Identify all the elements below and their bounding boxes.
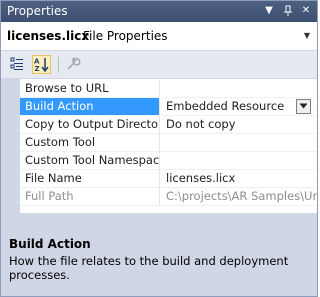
- window-title: Properties: [7, 4, 68, 18]
- property-name: Full Path: [20, 188, 160, 205]
- property-value[interactable]: Embedded Resource: [161, 98, 317, 115]
- property-grid[interactable]: Browse to URL Build Action Embedded Reso…: [1, 79, 317, 213]
- chevron-down-icon: [299, 103, 308, 109]
- property-row-full-path[interactable]: Full Path C:\projects\AR Samples\Un: [20, 188, 317, 206]
- grid-gutter: [1, 79, 20, 213]
- property-name: Copy to Output Directory: [20, 116, 160, 133]
- description-pane: Build Action How the file relates to the…: [1, 231, 317, 296]
- alphabetical-icon: A Z: [34, 58, 49, 73]
- property-name: Custom Tool Namespace: [20, 152, 160, 169]
- object-selector-chevron-down-icon[interactable]: ▼: [304, 31, 310, 40]
- object-name: licenses.licx: [7, 29, 90, 43]
- description-text: How the file relates to the build and de…: [9, 254, 289, 282]
- properties-window: Properties ▼ ✕ licenses.licx File Proper…: [0, 0, 318, 297]
- build-action-dropdown-button[interactable]: [296, 99, 311, 114]
- auto-hide-pin-icon[interactable]: [281, 3, 295, 19]
- property-value: C:\projects\AR Samples\Un: [166, 189, 317, 203]
- svg-text:Z: Z: [35, 65, 40, 73]
- property-value[interactable]: licenses.licx: [161, 170, 317, 187]
- property-row-browse-to-url[interactable]: Browse to URL: [20, 80, 317, 98]
- property-row-custom-tool[interactable]: Custom Tool: [20, 134, 317, 152]
- window-menu-dropdown-icon[interactable]: ▼: [262, 3, 276, 19]
- property-name: Build Action: [20, 98, 160, 115]
- property-row-custom-tool-namespace[interactable]: Custom Tool Namespace: [20, 152, 317, 170]
- alphabetical-button[interactable]: A Z: [32, 55, 51, 74]
- categorized-button[interactable]: [9, 55, 28, 74]
- description-title: Build Action: [9, 237, 91, 251]
- toolbar-separator: [58, 57, 59, 73]
- property-value[interactable]: [161, 80, 317, 97]
- property-name: File Name: [20, 170, 160, 187]
- property-row-file-name[interactable]: File Name licenses.licx: [20, 170, 317, 188]
- property-row-copy-to-output-directory[interactable]: Copy to Output Directory Do not copy: [20, 116, 317, 134]
- property-name: Custom Tool: [20, 134, 160, 151]
- close-icon[interactable]: ✕: [299, 3, 313, 19]
- categorized-icon: [10, 57, 23, 70]
- properties-toolbar: A Z: [1, 51, 317, 78]
- property-name: Browse to URL: [20, 80, 160, 97]
- title-bar[interactable]: Properties ▼ ✕: [1, 1, 317, 22]
- property-value[interactable]: Do not copy: [161, 116, 317, 133]
- description-splitter[interactable]: [1, 213, 317, 231]
- wrench-icon: [67, 57, 81, 70]
- property-value[interactable]: [161, 152, 317, 169]
- property-pages-button[interactable]: [64, 55, 83, 74]
- object-selector[interactable]: licenses.licx File Properties ▼: [1, 22, 317, 51]
- property-row-build-action[interactable]: Build Action Embedded Resource: [20, 98, 317, 116]
- object-type: File Properties: [83, 29, 168, 43]
- property-value[interactable]: [161, 134, 317, 151]
